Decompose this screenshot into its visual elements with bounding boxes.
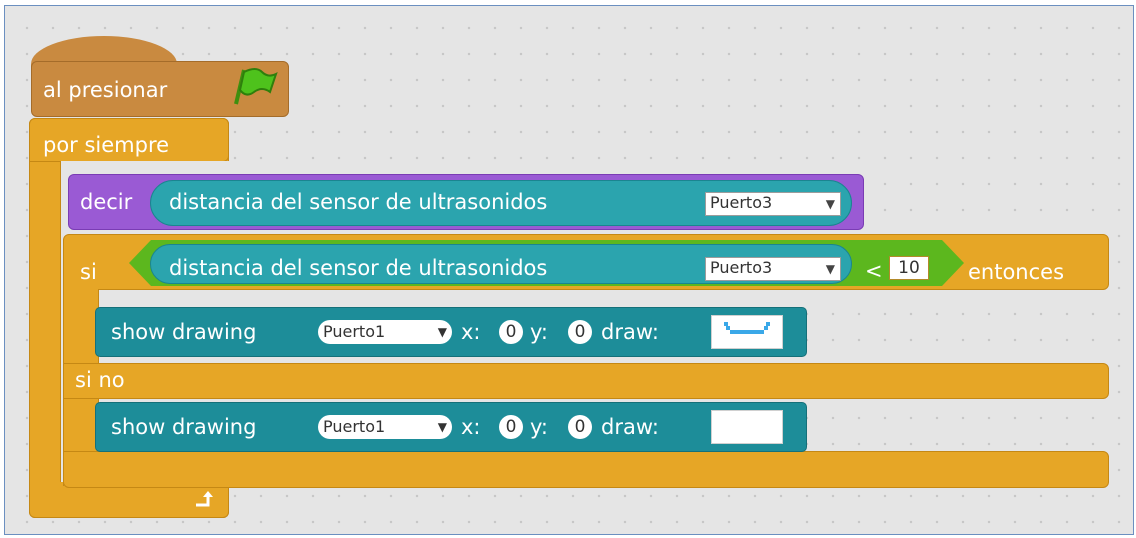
show-drawing-label: show drawing <box>111 320 257 344</box>
if-label: si <box>80 260 97 284</box>
draw-label: draw: <box>601 320 659 344</box>
chevron-down-icon: ▼ <box>825 197 835 211</box>
say-label: decir <box>80 190 133 214</box>
x-label: x: <box>461 320 481 344</box>
if-else-bottom-arm <box>63 451 1109 488</box>
else-label: si no <box>75 368 125 392</box>
forever-label: por siempre <box>43 133 170 157</box>
draw-label: draw: <box>601 415 659 439</box>
y-label: y: <box>530 415 548 439</box>
show-drawing-label: show drawing <box>111 415 257 439</box>
then-label: entonces <box>968 260 1065 284</box>
operator-symbol: < <box>865 259 883 283</box>
condition-port-dropdown[interactable]: Puerto3 ▼ <box>705 257 841 281</box>
chevron-down-icon: ▼ <box>437 420 447 434</box>
port-dropdown[interactable]: Puerto3 ▼ <box>705 192 841 216</box>
chevron-down-icon: ▼ <box>825 262 835 276</box>
hat-label: al presionar <box>43 78 168 102</box>
y-label: y: <box>530 320 548 344</box>
x-input[interactable]: 0 <box>499 320 523 344</box>
else-arm <box>63 363 1109 399</box>
x-input[interactable]: 0 <box>499 415 523 439</box>
x-label: x: <box>461 415 481 439</box>
port-dropdown[interactable]: Puerto1 ▼ <box>318 320 452 344</box>
y-input[interactable]: 0 <box>568 415 592 439</box>
reporter-label: distancia del sensor de ultrasonidos <box>169 190 548 214</box>
led-matrix-smile[interactable] <box>711 315 783 349</box>
condition-reporter-label: distancia del sensor de ultrasonidos <box>169 256 548 280</box>
y-input[interactable]: 0 <box>568 320 592 344</box>
led-matrix-blank[interactable] <box>711 410 783 444</box>
port-dropdown[interactable]: Puerto1 ▼ <box>318 415 452 439</box>
compare-value-input[interactable]: 10 <box>889 256 929 280</box>
green-flag-icon <box>230 64 280 112</box>
scripts-canvas[interactable]: por siempre al presionar decir distancia… <box>4 5 1134 535</box>
chevron-down-icon: ▼ <box>437 325 447 339</box>
loop-arrow-icon <box>193 489 215 513</box>
smile-face-icon <box>724 322 770 334</box>
